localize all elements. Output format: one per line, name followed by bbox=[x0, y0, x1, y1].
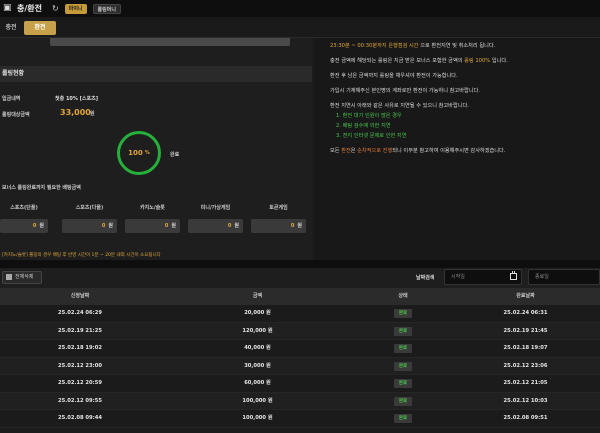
notice-panel: 23:30분 ~ 00:30분까지 은행점검 시간 으로 환전지연 및 취소처리… bbox=[314, 38, 600, 260]
category-sports-multi: 스포츠(다폴) 0원 bbox=[62, 204, 117, 233]
amount: 30,000 원 bbox=[244, 362, 271, 369]
status-cell: 완료 bbox=[355, 375, 451, 392]
rolling-panel: ⁣⁣⁣⁣⁣⁣⁣⁣⁣⁣⁣⁣⁣⁣ 롤링현황 입금내역 첫충 10% [스포츠] 롤링… bbox=[0, 38, 312, 260]
notice-sequential: 모든 환전은 순차적으로 진행되니 이부분 참고하여 이용해주시면 감사하겠습니… bbox=[330, 148, 506, 154]
status-badge: 완료 bbox=[393, 344, 413, 353]
request-date: 25.02.12 23:00 bbox=[58, 362, 102, 369]
amount: 100,000 원 bbox=[242, 397, 273, 404]
status-cell: 완료 bbox=[355, 323, 451, 340]
delay-reasons: 1. 환전 대기 인원이 많은 경우 2. 배팅 검수에 의한 지연 3. 전지… bbox=[336, 113, 407, 139]
end-date-input[interactable]: 종료일 bbox=[528, 269, 600, 285]
amount-input-stub[interactable]: ⁣⁣⁣⁣⁣⁣⁣⁣⁣⁣⁣⁣⁣⁣ bbox=[50, 38, 290, 46]
deposit-label: 입금내역 bbox=[2, 96, 21, 102]
amount: 100,000 원 bbox=[242, 415, 273, 421]
notice-rolling: 충전 금액에 해당되는 롤링은 지금 받은 보너스 포함한 금액의 롤링 100… bbox=[330, 58, 508, 64]
casino-note: [카지노/슬롯] 롤링의 경우 배팅 후 반영 시간이 1분 ~ 20분 내외 … bbox=[2, 253, 161, 258]
amount: 20,000 원 bbox=[244, 310, 271, 316]
table-row: 25.02.12 23:00 30,000 원 완료 25.02.12 23:06 bbox=[0, 357, 600, 375]
category-sports-single: 스포츠(단폴) 0원 bbox=[0, 204, 48, 233]
wallet-icon: ▣ bbox=[3, 3, 12, 13]
refresh-icon[interactable]: ↻ bbox=[52, 4, 59, 13]
status-cell: 완료 bbox=[355, 393, 451, 410]
status-badge: 완료 bbox=[393, 361, 413, 371]
withdraw-history-table: 신청날짜 금액 상태 완료날짜 25.02.24 06:29 20,000 원 완료… bbox=[0, 288, 600, 428]
target-label: 롤링대상금액 bbox=[2, 112, 30, 118]
request-date: 25.02.12 09:55 bbox=[58, 397, 102, 404]
status-cell: 완료 bbox=[355, 340, 451, 357]
table-row: 25.02.12 09:55 100,000 원 완료 25.02.12 10:03 bbox=[0, 392, 600, 410]
rolling-section-title: 롤링현황 bbox=[0, 66, 312, 82]
progress-label: 완료 bbox=[170, 152, 180, 158]
date-search-label: 날짜검색 bbox=[416, 275, 435, 281]
amount: 40,000 원 bbox=[244, 345, 271, 351]
tab-bar: 충전 환전 bbox=[0, 17, 600, 38]
status-badge: 완료 bbox=[393, 309, 413, 318]
done-date: 25.02.08 09:51 bbox=[503, 415, 548, 421]
table-row: 25.02.08 09:44 100,000 원 완료 25.02.08 09:51 bbox=[0, 410, 600, 428]
rolling-money-button[interactable]: 롤링머니 bbox=[92, 3, 121, 14]
amount: 120,000 원 bbox=[242, 327, 273, 334]
top-bar: ▣ 충/환전 ↻ 마이니 롤링머니 bbox=[0, 0, 600, 17]
trash-icon bbox=[6, 274, 12, 280]
page-title: 충/환전 bbox=[17, 4, 43, 13]
category-list: 스포츠(단폴) 0원 스포츠(다폴) 0원 카지노/슬롯 0원 미니/가상게임 … bbox=[0, 204, 312, 246]
deposit-value: 첫충 10% [스포츠] bbox=[55, 96, 99, 102]
request-date: 25.02.19 21:25 bbox=[58, 327, 102, 334]
amount: 60,000 원 bbox=[244, 380, 271, 386]
category-casino-slot: 카지노/슬롯 0원 bbox=[125, 204, 180, 233]
table-header: 신청날짜 금액 상태 완료날짜 bbox=[0, 288, 600, 305]
progress-unit: % bbox=[144, 150, 150, 156]
notice-account: 가입시 기재해주신 본인명의 계좌로만 환전이 가능하니 참고바랍니다. bbox=[330, 88, 480, 94]
money-toggle-button[interactable]: 마이니 bbox=[64, 3, 87, 14]
done-date: 25.02.19 21:45 bbox=[503, 327, 548, 334]
status-badge: 완료 bbox=[393, 414, 413, 423]
table-row: 25.02.18 19:02 40,000 원 완료 25.02.18 19:07 bbox=[0, 340, 600, 358]
request-date: 25.02.12 20:59 bbox=[58, 380, 102, 386]
calendar-icon[interactable] bbox=[510, 271, 517, 280]
notice-remaining: 환전 후 남은 금액까지 롤링을 채우셔야 환전이 가능합니다. bbox=[330, 73, 458, 79]
tab-withdraw[interactable]: 환전 bbox=[24, 21, 56, 35]
tab-deposit[interactable]: 충전 bbox=[0, 21, 22, 35]
notice-delay: 환전 지연시 아래와 같은 사유로 지연될 수 있으니 참고바랍니다. bbox=[330, 103, 469, 109]
status-cell: 완료 bbox=[355, 305, 451, 322]
done-date: 25.02.24 06:31 bbox=[503, 310, 548, 316]
request-date: 25.02.18 19:02 bbox=[58, 345, 102, 351]
delete-all-button[interactable]: 전체삭제 bbox=[2, 271, 42, 284]
status-badge: 완료 bbox=[393, 326, 413, 336]
status-badge: 완료 bbox=[393, 379, 413, 388]
bonus-label: 보너스 롤링완료까지 필요한 배팅금액 bbox=[2, 185, 81, 191]
status-badge: 완료 bbox=[393, 396, 413, 406]
status-cell: 완료 bbox=[355, 410, 451, 427]
progress-ring: 100 % bbox=[117, 131, 161, 175]
progress-value: 100 bbox=[128, 149, 143, 157]
done-date: 25.02.12 10:03 bbox=[503, 397, 548, 404]
notice-bank-time: 23:30분 ~ 00:30분까지 은행점검 시간 으로 환전지연 및 취소처리… bbox=[330, 43, 496, 49]
target-value: 33,000 bbox=[60, 108, 91, 117]
done-date: 25.02.18 19:07 bbox=[503, 345, 548, 351]
target-unit: 원 bbox=[90, 111, 95, 117]
filter-bar: 전체삭제 날짜검색 시작일 종료일 bbox=[0, 268, 600, 288]
request-date: 25.02.24 06:29 bbox=[58, 310, 102, 316]
table-row: 25.02.19 21:25 120,000 원 완료 25.02.19 21:45 bbox=[0, 322, 600, 340]
category-mini-virtual: 미니/가상게임 0원 bbox=[188, 204, 243, 233]
request-date: 25.02.08 09:44 bbox=[58, 415, 102, 421]
table-row: 25.02.12 20:59 60,000 원 완료 25.02.12 21:05 bbox=[0, 375, 600, 393]
status-cell: 완료 bbox=[355, 358, 451, 375]
section-divider bbox=[0, 260, 600, 268]
done-date: 25.02.12 23:06 bbox=[503, 362, 548, 369]
category-token-game: 토큰게임 0원 bbox=[251, 204, 306, 233]
done-date: 25.02.12 21:05 bbox=[503, 380, 548, 386]
start-date-input[interactable]: 시작일 bbox=[444, 269, 522, 285]
table-row: 25.02.24 06:29 20,000 원 완료 25.02.24 06:31 bbox=[0, 305, 600, 323]
